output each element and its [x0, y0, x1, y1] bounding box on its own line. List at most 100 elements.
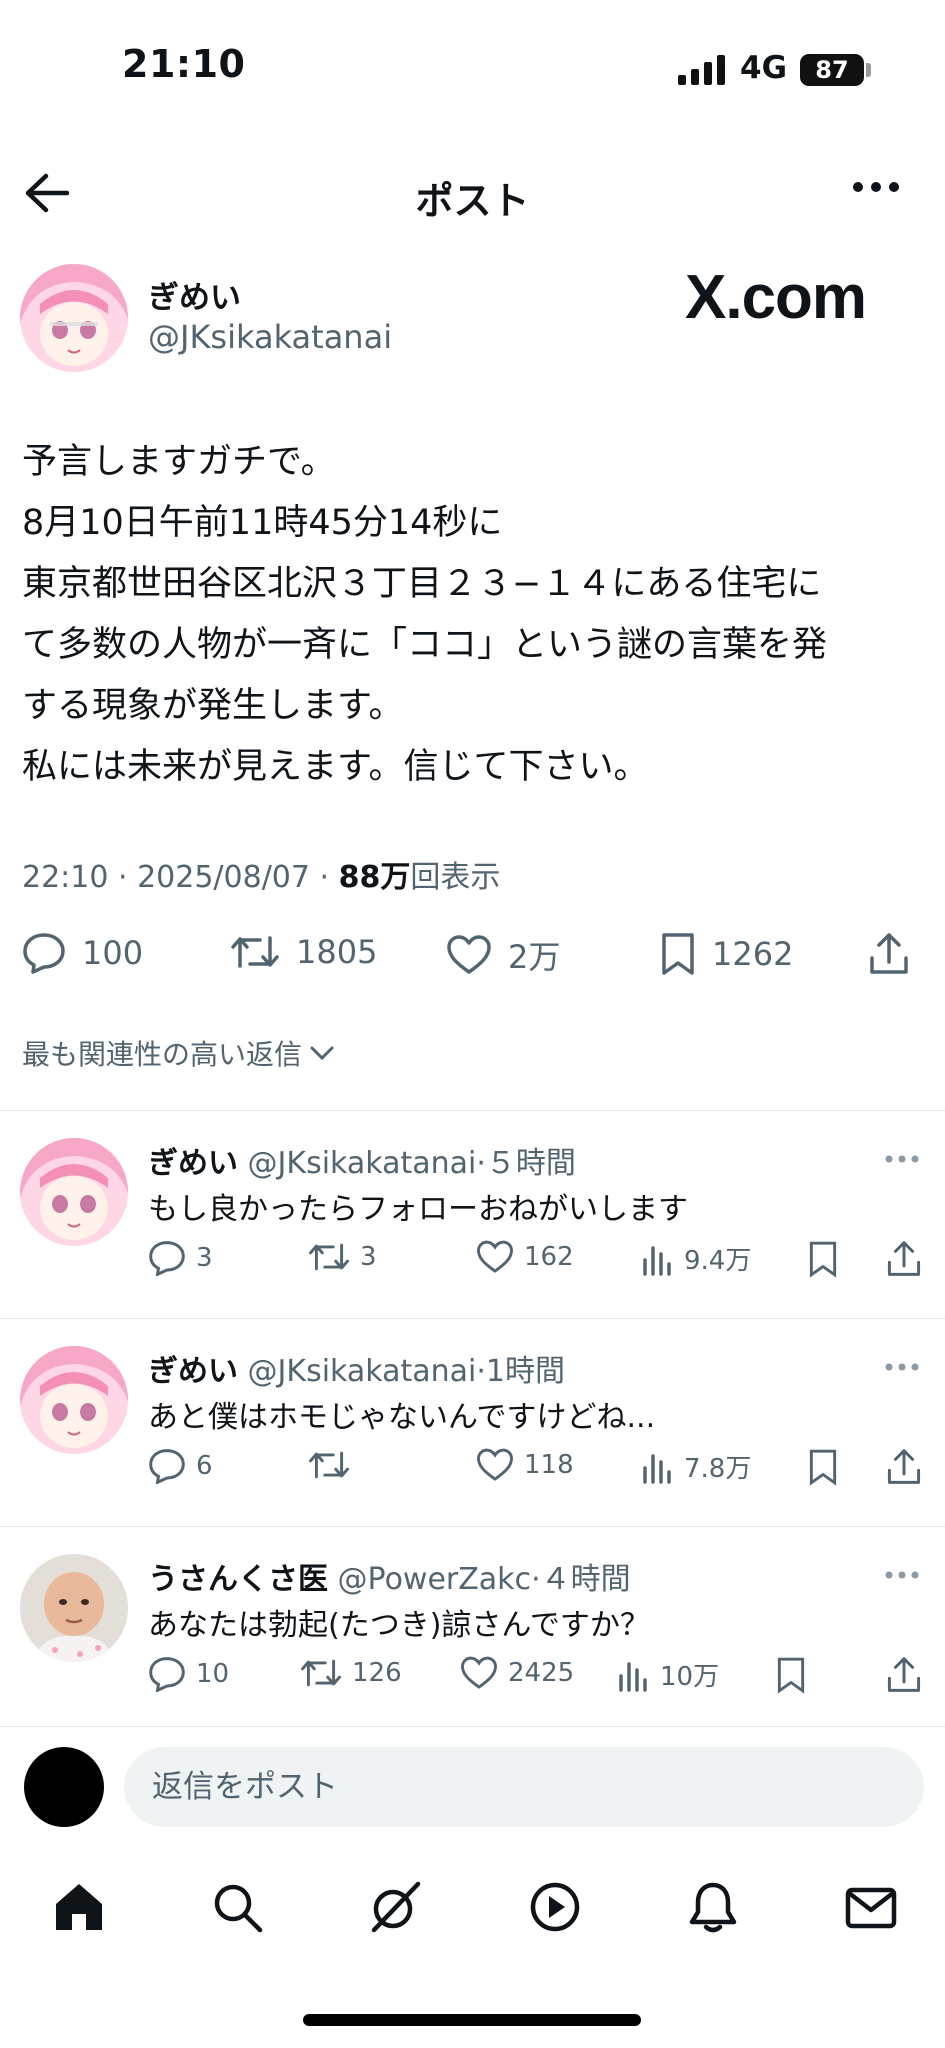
- reply-header: うさんくさ医 @PowerZakc·４時間: [148, 1554, 631, 1598]
- reply-text: あなたは勃起(たつき)諒さんですか？: [148, 1608, 650, 1643]
- share-button[interactable]: [868, 932, 910, 976]
- x-com-watermark: X.com: [685, 263, 867, 332]
- bookmark-button[interactable]: [776, 1656, 806, 1694]
- search-icon[interactable]: [210, 1880, 264, 1934]
- author-avatar[interactable]: [20, 264, 128, 372]
- home-icon[interactable]: [52, 1880, 106, 1934]
- reply-text: あと僕はホモじゃないんですけどね...: [148, 1400, 656, 1435]
- heart-icon: [447, 935, 491, 974]
- like-count: 162: [524, 1242, 574, 1272]
- like-button[interactable]: 162: [476, 1240, 574, 1274]
- bookmark-count: 1262: [712, 935, 794, 973]
- post-line: 8月10日午前11時45分14秒に: [22, 503, 503, 543]
- post-line: て多数の人物が一斉に「ココ」という謎の言葉を発: [22, 625, 828, 665]
- reply-author-name[interactable]: ぎめい: [148, 1146, 238, 1181]
- post-line: する現象が発生します。: [22, 686, 404, 726]
- bookmark-icon: [809, 1449, 837, 1486]
- like-count: 2425: [508, 1658, 575, 1688]
- status-time: 21:10: [122, 42, 246, 86]
- more-options-icon[interactable]: [884, 1570, 920, 1580]
- view-label: 回表示: [410, 860, 501, 895]
- sort-label: 最も関連性の高い返信: [22, 1038, 303, 1071]
- signal-strength-icon: [678, 55, 725, 85]
- share-button[interactable]: [886, 1656, 922, 1694]
- reply-button[interactable]: 3: [148, 1240, 213, 1276]
- reply-avatar[interactable]: [20, 1138, 128, 1246]
- views-chart-icon: [619, 1661, 647, 1692]
- repost-icon: [309, 1243, 349, 1271]
- bookmark-button[interactable]: [808, 1240, 838, 1278]
- reply-sort-dropdown[interactable]: 最も関連性の高い返信: [22, 1033, 334, 1073]
- view-count: 7.8万: [684, 1454, 752, 1484]
- repost-icon: [309, 1451, 349, 1479]
- battery-tip: [866, 63, 871, 77]
- like-button[interactable]: 2万: [446, 932, 560, 978]
- like-count: 2万: [508, 938, 561, 976]
- share-button[interactable]: [886, 1240, 922, 1278]
- like-button[interactable]: 118: [476, 1448, 574, 1482]
- post-timestamp[interactable]: 22:10 · 2025/08/07 ·: [22, 860, 339, 895]
- repost-button[interactable]: 1805: [230, 932, 377, 972]
- home-indicator[interactable]: [303, 2014, 641, 2026]
- views-button[interactable]: 9.4万: [642, 1240, 751, 1277]
- reply-button[interactable]: 10: [148, 1656, 229, 1692]
- more-options-icon[interactable]: [884, 1154, 920, 1164]
- reply-item[interactable]: ぎめい @JKsikakatanai·1時間 あと僕はホモじゃないんですけどね.…: [0, 1318, 945, 1528]
- like-button[interactable]: 2425: [460, 1656, 574, 1690]
- reply-author-name[interactable]: うさんくさ医: [148, 1562, 328, 1597]
- repost-button[interactable]: 126: [300, 1656, 402, 1690]
- views-button[interactable]: 10万: [618, 1656, 719, 1693]
- repost-count: 126: [352, 1658, 402, 1688]
- reply-avatar[interactable]: [20, 1346, 128, 1454]
- chevron-down-icon: [310, 1046, 334, 1061]
- author-handle[interactable]: @JKsikakatanai: [148, 318, 392, 356]
- reply-author-handle[interactable]: @PowerZakc: [338, 1562, 532, 1597]
- share-icon: [870, 933, 908, 974]
- bookmark-icon: [777, 1657, 805, 1694]
- author-name[interactable]: ぎめい: [148, 272, 241, 317]
- reply-header: ぎめい @JKsikakatanai·1時間: [148, 1346, 565, 1390]
- bookmark-button[interactable]: [808, 1448, 838, 1486]
- reply-author-handle[interactable]: @JKsikakatanai: [248, 1146, 477, 1181]
- repost-icon: [231, 936, 279, 968]
- heart-icon: [477, 1448, 513, 1481]
- baby-doll-avatar-image: [20, 1554, 128, 1662]
- reply-button[interactable]: 6: [148, 1448, 213, 1484]
- repost-button[interactable]: [308, 1448, 360, 1482]
- grok-icon[interactable]: [368, 1880, 422, 1934]
- view-count: 9.4万: [684, 1246, 752, 1276]
- bookmark-button[interactable]: 1262: [660, 932, 793, 976]
- post-line: 私には未来が見えます。信じて下さい。: [22, 747, 649, 787]
- more-options-icon[interactable]: [852, 180, 900, 194]
- more-options-icon[interactable]: [884, 1362, 920, 1372]
- notifications-icon[interactable]: [686, 1880, 740, 1934]
- reply-time: ·５時間: [476, 1146, 576, 1181]
- my-avatar[interactable]: [24, 1747, 104, 1827]
- share-button[interactable]: [886, 1448, 922, 1486]
- reply-item[interactable]: ぎめい @JKsikakatanai·５時間 もし良かったらフォローおねがいしま…: [0, 1110, 945, 1320]
- view-count: 88万: [338, 860, 411, 895]
- reply-icon: [149, 1241, 185, 1276]
- reply-icon: [149, 1449, 185, 1484]
- like-count: 118: [524, 1450, 574, 1480]
- post-metadata: 22:10 · 2025/08/07 · 88万回表示: [22, 852, 500, 896]
- video-icon[interactable]: [528, 1880, 582, 1934]
- heart-icon: [461, 1656, 497, 1689]
- divider: [0, 1726, 945, 1727]
- repost-button[interactable]: 3: [308, 1240, 377, 1274]
- messages-icon[interactable]: [844, 1880, 898, 1934]
- reply-author-name[interactable]: ぎめい: [148, 1354, 238, 1389]
- post-line: 東京都世田谷区北沢３丁目２３−１４にある住宅に: [22, 564, 822, 604]
- reply-avatar[interactable]: [20, 1554, 128, 1662]
- reply-composer-input[interactable]: [124, 1747, 924, 1827]
- post-text: 予言しますガチで。 8月10日午前11時45分14秒に 東京都世田谷区北沢３丁目…: [22, 432, 927, 798]
- post-line: 予言しますガチで。: [22, 442, 336, 482]
- reply-item[interactable]: うさんくさ医 @PowerZakc·４時間 あなたは勃起(たつき)諒さんですか？…: [0, 1526, 945, 1736]
- reply-button[interactable]: 100: [22, 932, 143, 974]
- views-chart-icon: [643, 1245, 671, 1276]
- reply-count: 6: [196, 1451, 213, 1481]
- reply-actions: 3 3 162 9.4万: [148, 1240, 923, 1286]
- share-icon: [887, 1241, 921, 1276]
- reply-author-handle[interactable]: @JKsikakatanai: [248, 1354, 477, 1389]
- views-button[interactable]: 7.8万: [642, 1448, 751, 1485]
